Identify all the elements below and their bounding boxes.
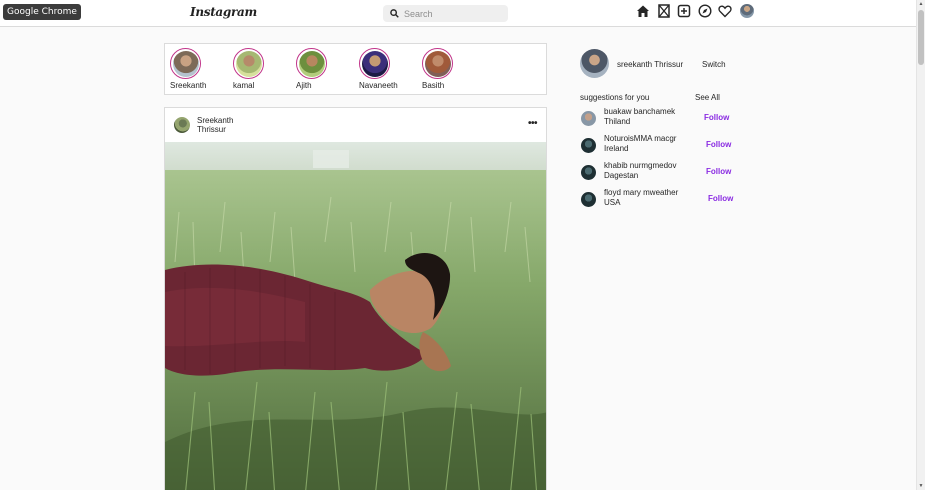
suggestion-location: Ireland	[604, 144, 629, 153]
follow-button[interactable]: Follow	[706, 167, 731, 176]
suggestion-location: USA	[604, 198, 621, 207]
messenger-icon[interactable]	[657, 4, 671, 18]
suggestion-text[interactable]: khabib nurmgmedov Dagestan	[604, 161, 676, 181]
suggestion-location: Thiland	[604, 117, 631, 126]
story-name: Sreekanth	[170, 81, 207, 90]
story-item[interactable]: kamal	[233, 48, 293, 90]
suggestion-item: buakaw banchamek Thiland Follow	[580, 106, 740, 133]
post-location[interactable]: Thrissur	[197, 125, 233, 134]
search-icon	[390, 9, 399, 18]
suggestion-name: buakaw banchamek	[604, 107, 676, 116]
sidebar: sreekanth Thrissur Switch suggestions fo…	[580, 49, 740, 214]
switch-account-button[interactable]: Switch	[702, 60, 726, 69]
suggestion-avatar[interactable]	[581, 138, 596, 153]
story-name: kamal	[233, 81, 255, 90]
follow-button[interactable]: Follow	[706, 140, 731, 149]
profile-avatar[interactable]	[739, 4, 754, 18]
story-avatar	[235, 50, 262, 77]
suggestions-title: suggestions for you	[580, 93, 650, 102]
explore-icon[interactable]	[697, 4, 712, 18]
post-author[interactable]: Sreekanth Thrissur	[197, 116, 233, 134]
story-item[interactable]: Basith	[422, 48, 482, 90]
story-avatar	[298, 50, 325, 77]
top-navbar: Instagram	[0, 0, 916, 27]
feed-post: Sreekanth Thrissur •••	[164, 107, 547, 490]
story-ring	[359, 48, 390, 79]
suggestion-name: floyd mary mweather	[604, 188, 679, 197]
page-scrollbar[interactable]: ▲ ▼	[916, 0, 925, 490]
story-ring	[233, 48, 264, 79]
suggestion-name: NoturoisMMA macgr	[604, 134, 677, 143]
follow-button[interactable]: Follow	[704, 113, 729, 122]
search-input[interactable]	[404, 8, 494, 19]
follow-button[interactable]: Follow	[708, 194, 733, 203]
suggestion-avatar[interactable]	[581, 192, 596, 207]
instagram-logo[interactable]: Instagram	[190, 5, 257, 19]
suggestion-text[interactable]: buakaw banchamek Thiland	[604, 107, 675, 127]
search-box[interactable]	[383, 5, 508, 22]
nav-icons	[636, 4, 754, 18]
suggestion-item: khabib nurmgmedov Dagestan Follow	[580, 160, 740, 187]
sidebar-profile-avatar[interactable]	[580, 49, 609, 78]
suggestions-header: suggestions for you See All	[580, 93, 740, 105]
stories-bar: Sreekanth kamal Ajith Navaneeth Basith	[164, 43, 547, 95]
story-item[interactable]: Navaneeth	[359, 48, 419, 90]
suggestion-name: khabib nurmgmedov	[604, 161, 677, 170]
heart-icon[interactable]	[718, 4, 732, 18]
suggestion-text[interactable]: floyd mary mweather USA	[604, 188, 678, 208]
new-post-icon[interactable]	[677, 4, 691, 18]
story-name: Ajith	[296, 81, 312, 90]
story-ring	[422, 48, 453, 79]
story-item[interactable]: Ajith	[296, 48, 356, 90]
suggestion-item: floyd mary mweather USA Follow	[580, 187, 740, 214]
suggestion-location: Dagestan	[604, 171, 639, 180]
scrollbar-thumb[interactable]	[918, 10, 924, 65]
suggestion-avatar[interactable]	[581, 111, 596, 126]
suggestion-text[interactable]: NoturoisMMA macgr Ireland	[604, 134, 676, 154]
post-author-avatar[interactable]	[174, 117, 190, 133]
story-avatar	[361, 50, 388, 77]
story-name: Basith	[422, 81, 445, 90]
see-all-link[interactable]: See All	[695, 93, 720, 102]
suggestion-avatar[interactable]	[581, 165, 596, 180]
sidebar-profile-name[interactable]: sreekanth Thrissur	[617, 60, 683, 69]
home-icon[interactable]	[636, 4, 650, 18]
story-avatar	[172, 50, 199, 77]
chrome-tooltip: Google Chrome	[3, 4, 81, 20]
scroll-up-arrow-icon[interactable]: ▲	[918, 1, 924, 7]
post-header: Sreekanth Thrissur •••	[165, 108, 546, 142]
story-ring	[296, 48, 327, 79]
post-image[interactable]	[165, 142, 547, 490]
story-avatar	[424, 50, 451, 77]
sidebar-profile: sreekanth Thrissur Switch	[580, 49, 740, 79]
more-options-icon[interactable]: •••	[528, 118, 538, 129]
scroll-down-arrow-icon[interactable]: ▼	[918, 483, 924, 489]
post-username[interactable]: Sreekanth	[197, 116, 233, 125]
story-name: Navaneeth	[359, 81, 398, 90]
suggestion-item: NoturoisMMA macgr Ireland Follow	[580, 133, 740, 160]
story-ring	[170, 48, 201, 79]
story-item[interactable]: Sreekanth	[170, 48, 230, 90]
